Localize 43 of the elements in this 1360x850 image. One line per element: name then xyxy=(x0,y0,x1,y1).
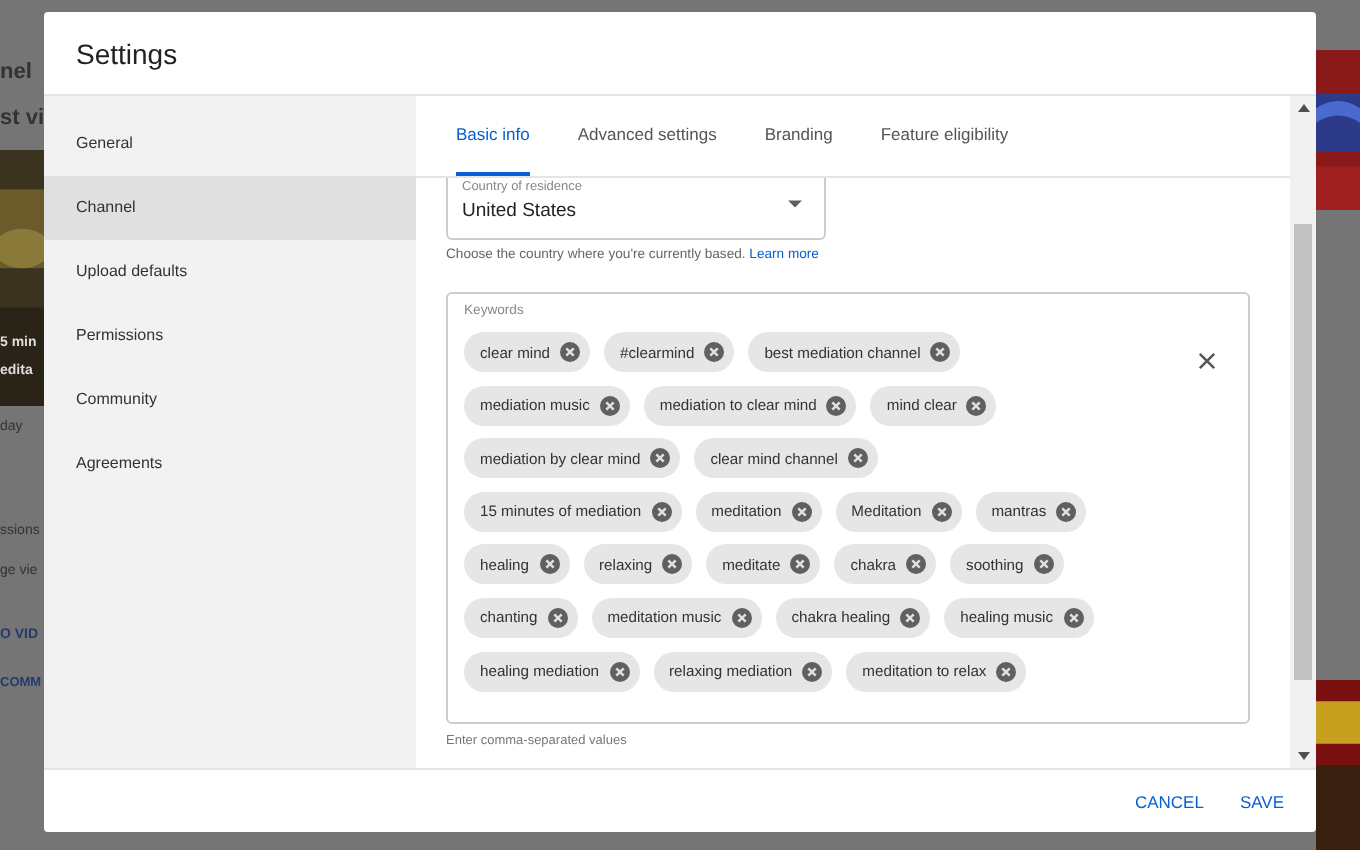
remove-icon[interactable] xyxy=(826,395,847,416)
backdrop-text: st vi xyxy=(0,106,44,130)
sidebar-item[interactable]: General xyxy=(44,112,416,176)
remove-icon[interactable] xyxy=(996,661,1017,682)
remove-icon[interactable] xyxy=(930,342,951,362)
remove-icon[interactable] xyxy=(609,661,630,682)
remove-icon[interactable] xyxy=(560,342,581,362)
remove-icon[interactable] xyxy=(731,607,752,628)
remove-icon[interactable] xyxy=(790,554,811,575)
remove-icon[interactable] xyxy=(539,554,559,575)
remove-icon[interactable] xyxy=(1056,501,1077,522)
scroll-up-icon[interactable] xyxy=(1297,104,1309,112)
remove-icon[interactable] xyxy=(650,448,671,469)
remove-icon[interactable] xyxy=(651,501,672,522)
remove-icon[interactable] xyxy=(1033,554,1054,575)
scroll-down-icon[interactable] xyxy=(1297,752,1309,760)
sidebar-item[interactable]: Upload defaults xyxy=(44,240,416,304)
remove-icon[interactable] xyxy=(931,501,952,522)
remove-icon[interactable] xyxy=(906,554,927,575)
clear-icon[interactable] xyxy=(1198,352,1216,370)
tab[interactable]: Advanced settings xyxy=(577,96,717,176)
remove-icon[interactable] xyxy=(802,661,823,682)
backdrop-text: nel xyxy=(0,60,32,84)
tab[interactable]: Basic info xyxy=(456,96,530,176)
sidebar-item[interactable]: Community xyxy=(44,368,416,432)
scrollbar[interactable] xyxy=(1290,96,1316,768)
remove-icon[interactable] xyxy=(1063,607,1084,628)
remove-icon[interactable] xyxy=(966,395,987,416)
remove-icon[interactable] xyxy=(791,501,812,522)
sidebar-item[interactable]: Agreements xyxy=(44,432,416,496)
tab[interactable]: Feature eligibility xyxy=(880,96,1009,176)
dialog-title: Settings xyxy=(76,37,178,69)
remove-icon[interactable] xyxy=(900,607,921,628)
remove-icon[interactable] xyxy=(704,342,725,362)
remove-icon[interactable] xyxy=(547,607,568,628)
remove-icon[interactable] xyxy=(847,448,868,469)
keywords-field[interactable] xyxy=(446,292,1250,724)
sidebar-item[interactable]: Channel xyxy=(44,176,416,240)
remove-icon[interactable] xyxy=(599,395,620,416)
sidebar-item[interactable]: Permissions xyxy=(44,304,416,368)
tab[interactable]: Branding xyxy=(764,96,833,176)
remove-icon[interactable] xyxy=(662,554,683,575)
caret-icon xyxy=(788,200,802,208)
